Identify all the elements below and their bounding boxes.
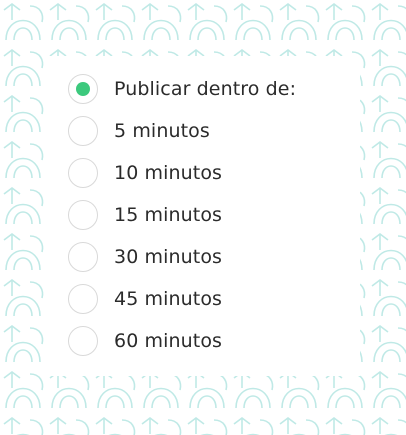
radio-button[interactable] — [68, 116, 98, 146]
option-5-minutos[interactable]: 5 minutos — [68, 114, 210, 148]
radio-button[interactable] — [68, 326, 98, 356]
option-label: 45 minutos — [114, 288, 223, 310]
radio-button[interactable] — [68, 200, 98, 230]
publish-delay-panel: Publicar dentro de: 5 minutos 10 minutos… — [46, 56, 360, 376]
option-60-minutos[interactable]: 60 minutos — [68, 324, 222, 358]
option-15-minutos[interactable]: 15 minutos — [68, 198, 222, 232]
option-publicar-dentro-de[interactable]: Publicar dentro de: — [68, 72, 296, 106]
option-label: 30 minutos — [114, 246, 223, 268]
radio-button[interactable] — [68, 284, 98, 314]
radio-button[interactable] — [68, 242, 98, 272]
option-10-minutos[interactable]: 10 minutos — [68, 156, 222, 190]
option-label: 15 minutos — [114, 204, 223, 226]
option-label: 10 minutos — [114, 162, 223, 184]
radio-button[interactable] — [68, 158, 98, 188]
option-label: 60 minutos — [114, 330, 223, 352]
radio-button[interactable] — [68, 74, 98, 104]
radio-selected-dot — [76, 82, 90, 96]
option-30-minutos[interactable]: 30 minutos — [68, 240, 222, 274]
option-label: Publicar dentro de: — [114, 78, 297, 100]
option-label: 5 minutos — [114, 120, 210, 142]
option-45-minutos[interactable]: 45 minutos — [68, 282, 222, 316]
